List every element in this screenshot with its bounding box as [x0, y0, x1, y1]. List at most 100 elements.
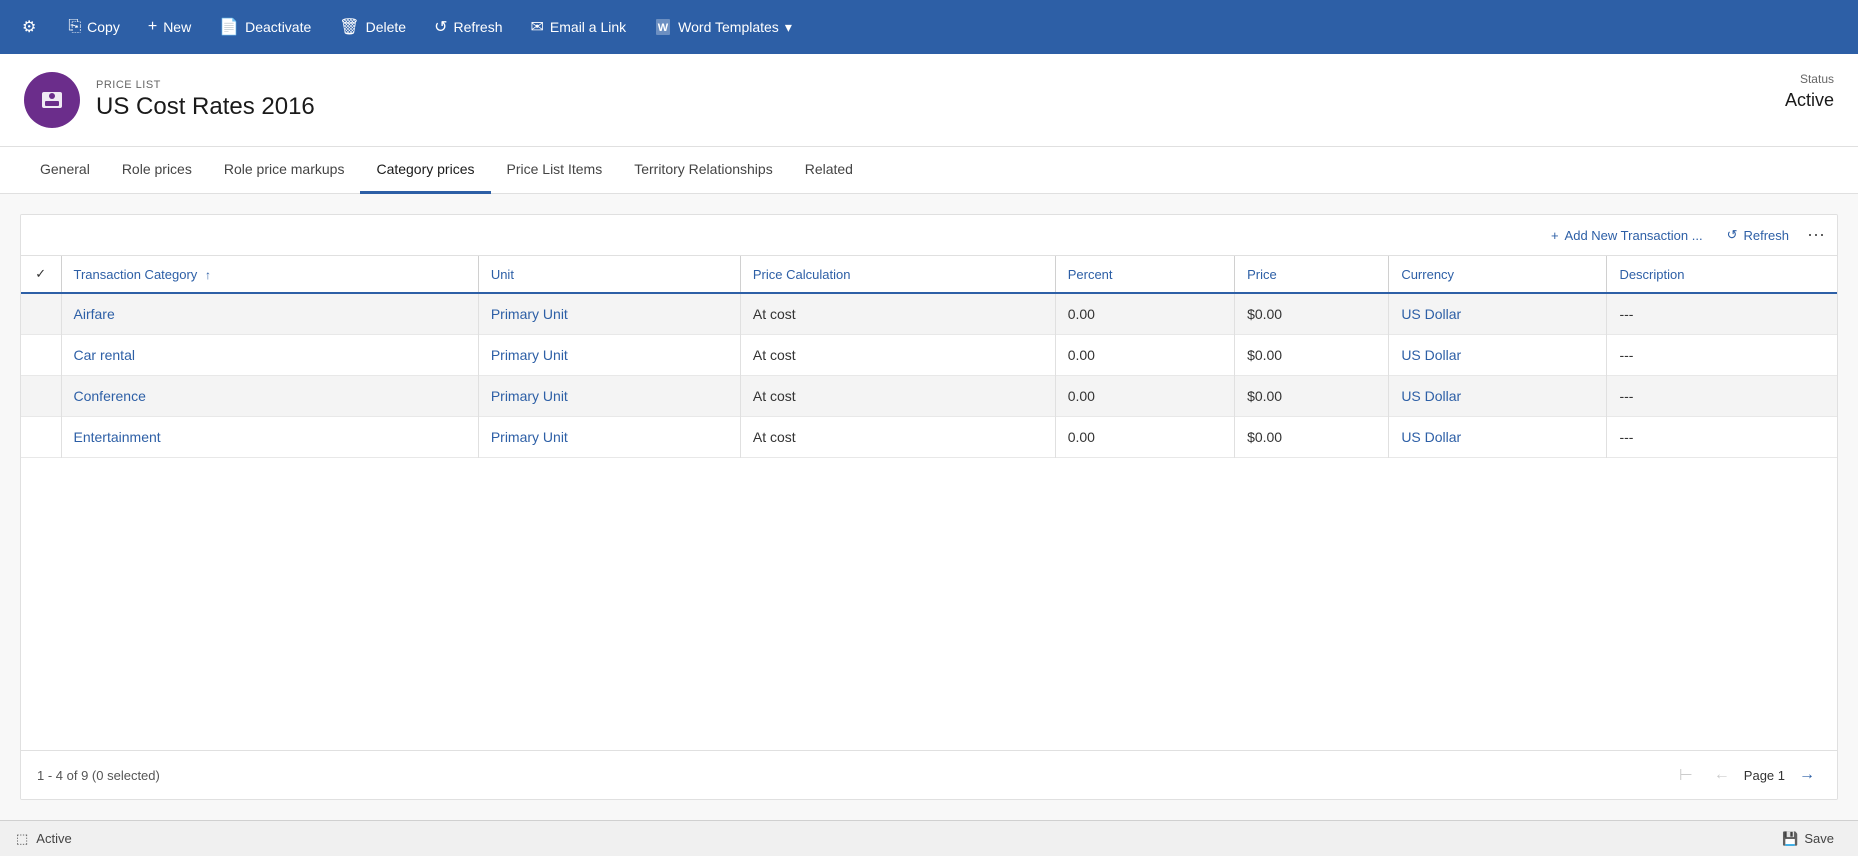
percent-cell: 0.00 [1055, 293, 1234, 335]
description-cell: --- [1607, 417, 1837, 458]
currency-cell: US Dollar [1389, 335, 1607, 376]
new-icon: + [148, 18, 157, 36]
entertainment-unit-link[interactable]: Primary Unit [491, 429, 568, 445]
page-label: Page 1 [1744, 768, 1785, 783]
prev-page-button[interactable]: ← [1708, 761, 1736, 789]
percent-cell: 0.00 [1055, 335, 1234, 376]
unit-cell: Primary Unit [478, 417, 740, 458]
table-row: Airfare Primary Unit At cost 0.00 $0.00 … [21, 293, 1837, 335]
add-new-transaction-button[interactable]: + Add New Transaction ... [1545, 224, 1709, 247]
plus-icon: + [1551, 228, 1559, 243]
header-currency[interactable]: Currency [1389, 256, 1607, 293]
header-price-calculation[interactable]: Price Calculation [740, 256, 1055, 293]
refresh-button[interactable]: ↺ Refresh [420, 11, 516, 43]
pagination-bar: 1 - 4 of 9 (0 selected) ⊢ ← Page 1 → [21, 750, 1837, 799]
header-description[interactable]: Description [1607, 256, 1837, 293]
header-transaction-category[interactable]: Transaction Category ↑ [61, 256, 478, 293]
email-icon: ✉ [531, 17, 544, 37]
svg-text:W: W [658, 22, 669, 34]
row-check[interactable] [21, 335, 61, 376]
save-icon: 💾 [1782, 831, 1798, 847]
new-button[interactable]: + New [134, 12, 205, 42]
header-price[interactable]: Price [1235, 256, 1389, 293]
copy-icon: ⎘ [68, 18, 81, 36]
tab-related[interactable]: Related [789, 147, 869, 194]
price-cell: $0.00 [1235, 376, 1389, 417]
table-row: Conference Primary Unit At cost 0.00 $0.… [21, 376, 1837, 417]
conference-unit-link[interactable]: Primary Unit [491, 388, 568, 404]
first-page-button[interactable]: ⊢ [1672, 761, 1700, 789]
airfare-currency-link[interactable]: US Dollar [1401, 306, 1461, 322]
transaction-category-cell: Conference [61, 376, 478, 417]
price-cell: $0.00 [1235, 417, 1389, 458]
more-options-button[interactable]: ⋯ [1807, 225, 1825, 246]
currency-cell: US Dollar [1389, 417, 1607, 458]
price-calc-cell: At cost [740, 376, 1055, 417]
unit-cell: Primary Unit [478, 376, 740, 417]
row-check[interactable] [21, 417, 61, 458]
tab-category-prices[interactable]: Category prices [360, 147, 490, 194]
grid-refresh-icon: ↺ [1727, 227, 1738, 243]
entertainment-link[interactable]: Entertainment [74, 429, 161, 445]
header-unit[interactable]: Unit [478, 256, 740, 293]
conference-link[interactable]: Conference [74, 388, 146, 404]
tab-price-list-items[interactable]: Price List Items [491, 147, 619, 194]
car-rental-link[interactable]: Car rental [74, 347, 135, 363]
table-header: ✓ Transaction Category ↑ Unit Price Calc… [21, 256, 1837, 293]
pagination-summary: 1 - 4 of 9 (0 selected) [37, 768, 160, 783]
statusbar-icon: ⬚ [16, 831, 28, 847]
grid-toolbar: + Add New Transaction ... ↺ Refresh ⋯ [21, 215, 1837, 256]
word-templates-button[interactable]: W Word Templates ▾ [640, 12, 806, 42]
currency-cell: US Dollar [1389, 376, 1607, 417]
grid-panel: + Add New Transaction ... ↺ Refresh ⋯ ✓ … [20, 214, 1838, 800]
record-header: PRICE LIST US Cost Rates 2016 Status Act… [0, 54, 1858, 147]
airfare-link[interactable]: Airfare [74, 306, 115, 322]
delete-button[interactable]: 🗑 Delete [325, 11, 420, 43]
row-check[interactable] [21, 376, 61, 417]
tab-role-price-markups[interactable]: Role price markups [208, 147, 361, 194]
word-templates-label: Word Templates [678, 19, 779, 35]
tab-role-prices[interactable]: Role prices [106, 147, 208, 194]
deactivate-button[interactable]: 📄 Deactivate [205, 11, 325, 43]
conference-currency-link[interactable]: US Dollar [1401, 388, 1461, 404]
record-info: PRICE LIST US Cost Rates 2016 [96, 79, 315, 121]
refresh-icon: ↺ [434, 17, 447, 37]
next-page-button[interactable]: → [1793, 761, 1821, 789]
gear-icon: ⚙ [22, 17, 36, 37]
tab-territory-relationships[interactable]: Territory Relationships [618, 147, 789, 194]
unit-cell: Primary Unit [478, 293, 740, 335]
word-templates-chevron: ▾ [785, 19, 792, 36]
row-check[interactable] [21, 293, 61, 335]
header-percent[interactable]: Percent [1055, 256, 1234, 293]
header-left: PRICE LIST US Cost Rates 2016 [24, 72, 315, 128]
car-rental-unit-link[interactable]: Primary Unit [491, 347, 568, 363]
unit-cell: Primary Unit [478, 335, 740, 376]
price-calc-cell: At cost [740, 293, 1055, 335]
price-calc-cell: At cost [740, 417, 1055, 458]
table-row: Entertainment Primary Unit At cost 0.00 … [21, 417, 1837, 458]
entertainment-currency-link[interactable]: US Dollar [1401, 429, 1461, 445]
price-cell: $0.00 [1235, 293, 1389, 335]
grid-table: ✓ Transaction Category ↑ Unit Price Calc… [21, 256, 1837, 458]
tab-general[interactable]: General [24, 147, 106, 194]
add-new-label: Add New Transaction ... [1565, 228, 1703, 243]
deactivate-icon: 📄 [219, 17, 239, 37]
transaction-category-cell: Entertainment [61, 417, 478, 458]
save-button[interactable]: 💾 Save [1774, 827, 1842, 851]
grid-refresh-button[interactable]: ↺ Refresh [1721, 223, 1795, 247]
car-rental-currency-link[interactable]: US Dollar [1401, 347, 1461, 363]
deactivate-label: Deactivate [245, 19, 311, 35]
airfare-unit-link[interactable]: Primary Unit [491, 306, 568, 322]
email-link-button[interactable]: ✉ Email a Link [517, 11, 641, 43]
price-cell: $0.00 [1235, 335, 1389, 376]
price-calc-cell: At cost [740, 335, 1055, 376]
record-title: US Cost Rates 2016 [96, 93, 315, 121]
description-cell: --- [1607, 335, 1837, 376]
description-cell: --- [1607, 293, 1837, 335]
pagination-controls: ⊢ ← Page 1 → [1672, 761, 1821, 789]
settings-button[interactable]: ⚙ [8, 11, 50, 43]
copy-button[interactable]: ⎘ Copy [54, 12, 134, 42]
tabs-bar: General Role prices Role price markups C… [0, 147, 1858, 194]
header-check[interactable]: ✓ [21, 256, 61, 293]
table-body: Airfare Primary Unit At cost 0.00 $0.00 … [21, 293, 1837, 458]
